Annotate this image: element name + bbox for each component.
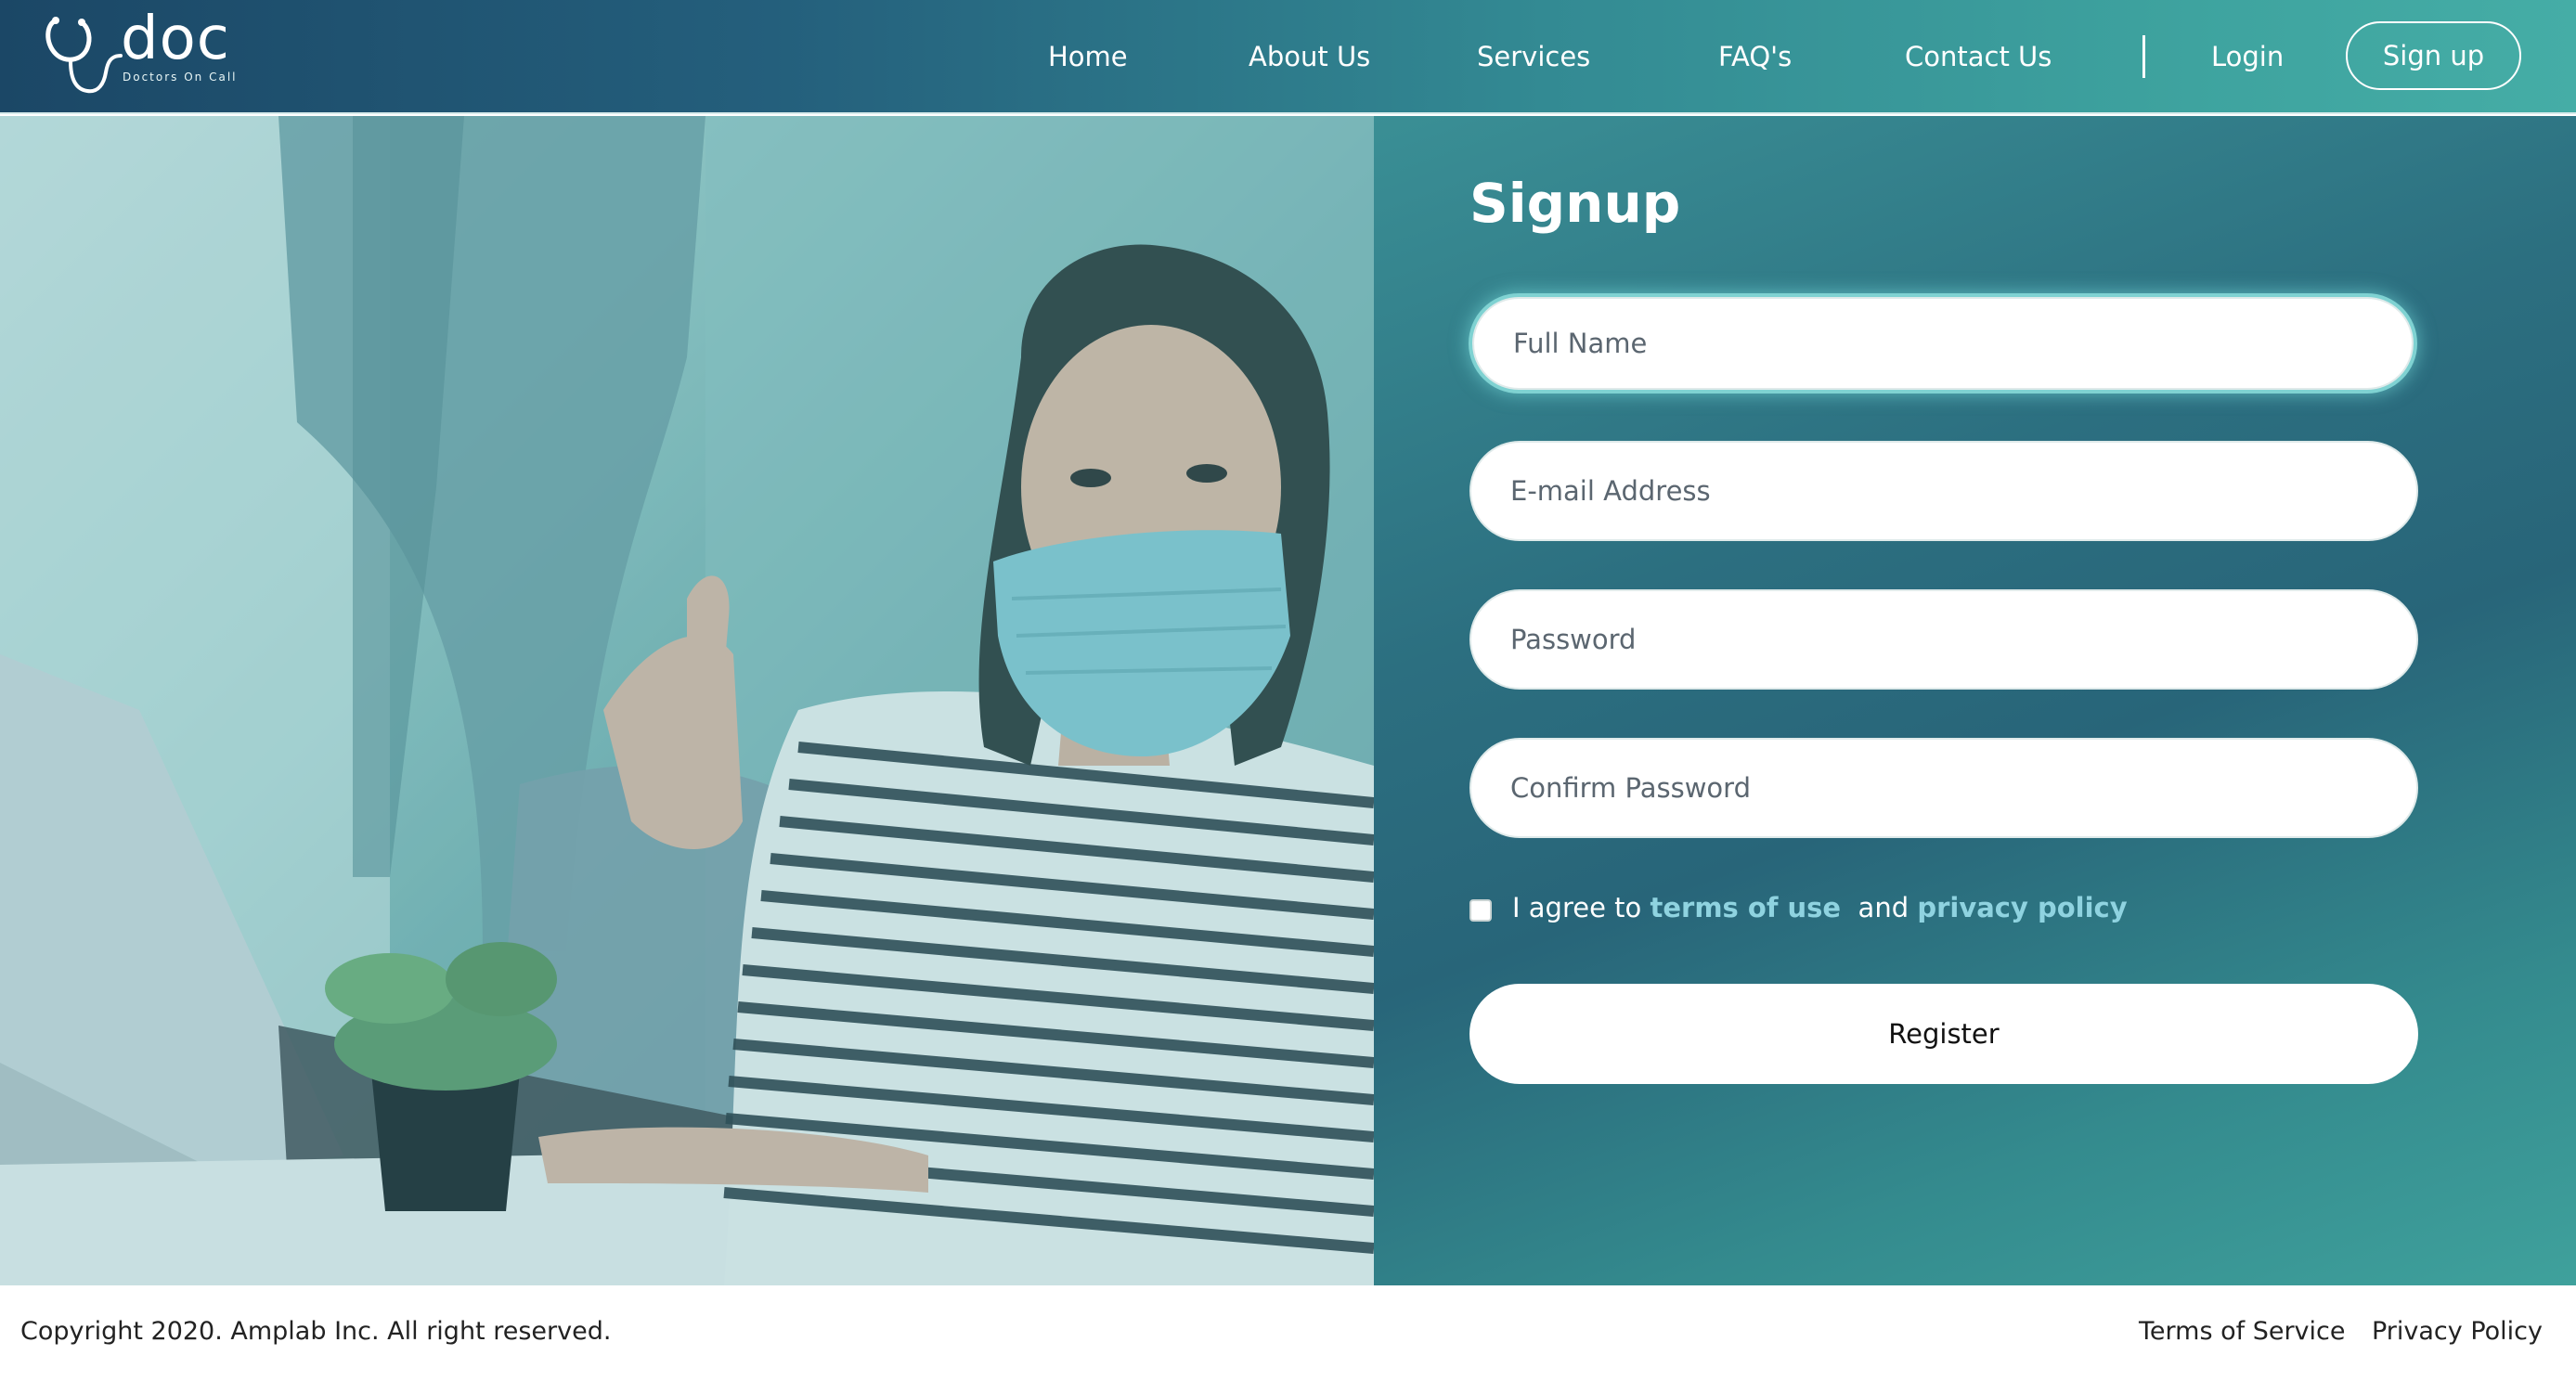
nav-faqs[interactable]: FAQ's [1718,41,1792,72]
nav-about-us[interactable]: About Us [1249,41,1370,72]
login-link[interactable]: Login [2211,41,2284,72]
nav-contact-us[interactable]: Contact Us [1905,41,2052,72]
nav-divider [2142,35,2145,78]
terms-of-use-link[interactable]: terms of use [1650,892,1841,923]
email-field[interactable] [1469,441,2418,541]
top-nav-bar: doc Doctors On Call Home About Us Servic… [0,0,2576,114]
agree-middle-text: and [1841,892,1918,923]
terms-agreement-row: I agree to terms of use and privacy poli… [1469,889,2128,926]
full-name-field[interactable] [1472,297,2414,390]
signup-panel: Signup I agree to terms of use and priva… [1374,116,2576,1285]
signup-title: Signup [1469,172,1681,235]
footer: Copyright 2020. Amplab Inc. All right re… [0,1285,2576,1381]
register-button[interactable]: Register [1469,984,2418,1084]
privacy-policy-link[interactable]: privacy policy [1917,892,2127,923]
stethoscope-icon [45,17,123,94]
hero-photo [0,116,1374,1285]
nav-services[interactable]: Services [1477,41,1590,72]
logo[interactable]: doc Doctors On Call [43,9,247,98]
copyright-text: Copyright 2020. Amplab Inc. All right re… [20,1317,612,1346]
logo-wordmark: doc [121,5,230,73]
terms-of-service-link[interactable]: Terms of Service [2139,1317,2346,1346]
agree-prefix-text: I agree to [1512,892,1650,923]
hero-illustration [0,116,1374,1285]
privacy-policy-footer-link[interactable]: Privacy Policy [2372,1317,2543,1346]
nav-home[interactable]: Home [1048,41,1128,72]
password-field[interactable] [1469,589,2418,690]
logo-tagline: Doctors On Call [123,71,238,84]
agree-checkbox[interactable] [1469,899,1492,922]
confirm-password-field[interactable] [1469,738,2418,838]
signup-button[interactable]: Sign up [2346,21,2521,90]
